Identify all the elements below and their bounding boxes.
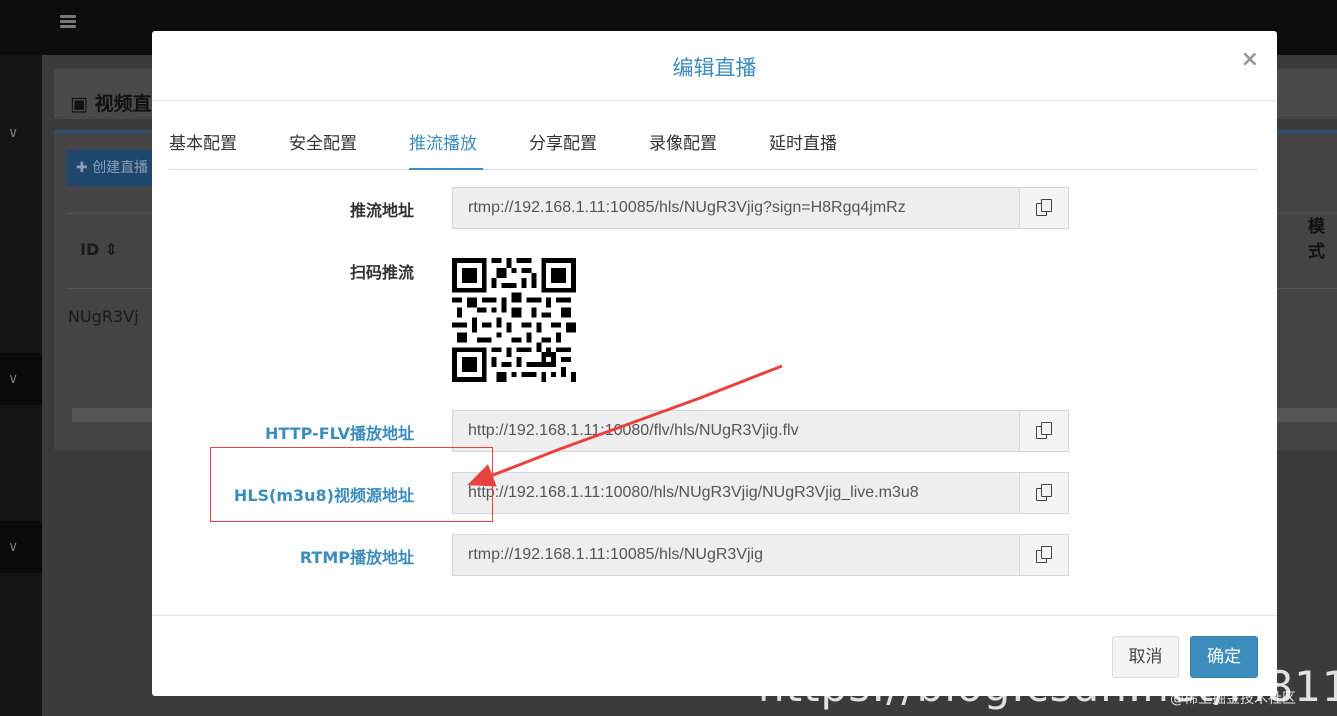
tab-delay-live[interactable]: 延时直播: [769, 123, 844, 170]
rtmp-group: rtmp://192.168.1.11:10085/hls/NUgR3Vjig: [452, 534, 1069, 576]
tab-share-config[interactable]: 分享配置: [529, 123, 604, 170]
table-cell-id: NUgR3Vj: [68, 307, 139, 326]
hls-label: HLS(m3u8)视频源地址: [233, 486, 414, 505]
http-flv-url-field[interactable]: http://192.168.1.11:10080/flv/hls/NUgR3V…: [452, 410, 1020, 452]
copy-icon: [1036, 422, 1052, 440]
copy-hls-button[interactable]: [1019, 472, 1069, 514]
ok-button[interactable]: 确定: [1190, 636, 1258, 678]
hls-group: http://192.168.1.11:10080/hls/NUgR3Vjig/…: [452, 472, 1069, 514]
chevron-down-icon[interactable]: ∨: [8, 539, 18, 555]
hls-url-field[interactable]: http://192.168.1.11:10080/hls/NUgR3Vjig/…: [452, 472, 1020, 514]
hamburger-icon[interactable]: [60, 15, 76, 29]
sidebar-section: [0, 521, 42, 573]
sidebar-section: [0, 353, 42, 405]
column-id[interactable]: ID ⇕: [80, 240, 118, 259]
rtmp-url-field[interactable]: rtmp://192.168.1.11:10085/hls/NUgR3Vjig: [452, 534, 1020, 576]
edit-live-dialog: 编辑直播 × 基本配置 安全配置 推流播放 分享配置 录像配置 延时直播 推流地…: [152, 31, 1277, 696]
cancel-button[interactable]: 取消: [1112, 636, 1179, 678]
copy-icon: [1036, 199, 1052, 217]
dialog-footer: 取消 确定: [152, 615, 1277, 696]
chevron-down-icon[interactable]: ∨: [8, 371, 18, 387]
create-live-label: 创建直播: [92, 160, 149, 176]
copy-http-flv-button[interactable]: [1019, 410, 1069, 452]
mode-label: 模式: [1308, 217, 1325, 262]
push-url-label: 推流地址: [349, 201, 414, 220]
close-icon[interactable]: ×: [1241, 47, 1259, 72]
dialog-header: 编辑直播 ×: [152, 31, 1277, 101]
sidebar: ∨ ∨ ∨: [0, 55, 42, 716]
scan-push-label: 扫码推流: [349, 263, 414, 282]
dialog-title: 编辑直播: [672, 56, 757, 80]
http-flv-group: http://192.168.1.11:10080/flv/hls/NUgR3V…: [452, 410, 1069, 452]
copy-icon: [1036, 546, 1052, 564]
push-url-group: rtmp://192.168.1.11:10085/hls/NUgR3Vjig?…: [452, 187, 1069, 229]
copy-rtmp-button[interactable]: [1019, 534, 1069, 576]
http-flv-label: HTTP-FLV播放地址: [265, 424, 414, 443]
column-id-label: ID: [80, 240, 100, 259]
qr-code: [452, 258, 576, 382]
tab-security-config[interactable]: 安全配置: [289, 123, 364, 170]
copy-icon: [1036, 484, 1052, 502]
copy-push-url-button[interactable]: [1019, 187, 1069, 229]
tab-bar: 基本配置 安全配置 推流播放 分享配置 录像配置 延时直播: [169, 123, 1257, 170]
chevron-down-icon[interactable]: ∨: [8, 125, 18, 141]
tab-push-play[interactable]: 推流播放: [409, 123, 483, 170]
tab-record-config[interactable]: 录像配置: [649, 123, 724, 170]
rtmp-label: RTMP播放地址: [299, 548, 414, 567]
push-url-field[interactable]: rtmp://192.168.1.11:10085/hls/NUgR3Vjig?…: [452, 187, 1020, 229]
tab-basic-config[interactable]: 基本配置: [169, 123, 244, 170]
